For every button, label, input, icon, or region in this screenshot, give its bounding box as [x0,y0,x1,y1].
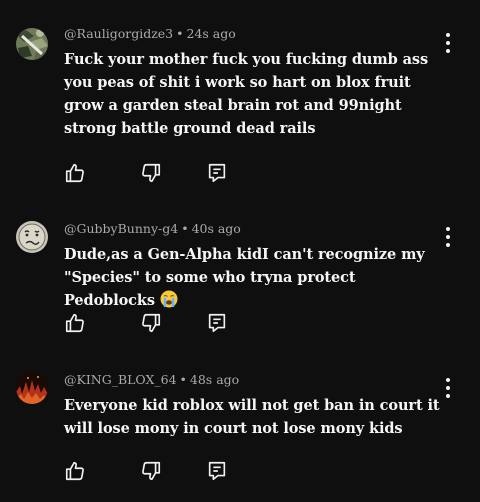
comment-actions [64,312,244,336]
comment-meta: @KING_BLOX_64 • 48s ago [64,372,239,387]
like-icon[interactable] [64,460,86,482]
dislike-icon[interactable] [140,162,162,184]
reply-icon[interactable] [206,460,228,482]
comment-timestamp[interactable]: 40s ago [192,221,241,236]
comment-text-content: Everyone kid roblox will not get ban in … [64,397,440,437]
like-icon[interactable] [64,162,86,184]
comment-text-content: Fuck your mother fuck you fucking dumb a… [64,51,429,137]
comment-timestamp[interactable]: 48s ago [190,372,239,387]
dislike-icon[interactable] [140,460,162,482]
avatar[interactable] [16,28,48,60]
comment-actions [64,162,244,186]
comment-timestamp[interactable]: 24s ago [187,26,236,41]
avatar[interactable] [16,221,48,253]
meta-separator: • [181,221,189,236]
author-name[interactable]: @KING_BLOX_64 [64,372,177,387]
comment-actions [64,460,244,484]
reply-icon[interactable] [206,162,228,184]
comment-text: Dude,as a Gen-Alpha kidI can't recognize… [64,243,444,312]
comment-meta: @Rauligorgidze3 • 24s ago [64,26,236,41]
comment-text: Everyone kid roblox will not get ban in … [64,394,444,440]
author-name[interactable]: @Rauligorgidze3 [64,26,173,41]
meta-separator: • [176,26,184,41]
like-icon[interactable] [64,312,86,334]
comment-meta: @GubbyBunny-g4 • 40s ago [64,221,241,236]
comment-text: Fuck your mother fuck you fucking dumb a… [64,48,444,140]
avatar[interactable] [16,372,48,404]
meta-separator: • [179,372,187,387]
crying-face-emoji [160,290,178,308]
comment-text-content: Dude,as a Gen-Alpha kidI can't recognize… [64,246,425,309]
reply-icon[interactable] [206,312,228,334]
dislike-icon[interactable] [140,312,162,334]
author-name[interactable]: @GubbyBunny-g4 [64,221,178,236]
